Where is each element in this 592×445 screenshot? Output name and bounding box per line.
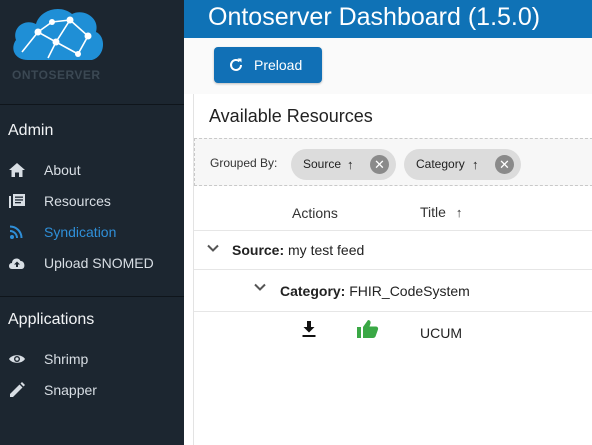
sidebar-item-label: Resources	[44, 193, 111, 209]
sidebar-item-upload-snomed[interactable]: Upload SNOMED	[0, 249, 184, 277]
sidebar-item-resources[interactable]: Resources	[0, 187, 184, 215]
sidebar-item-label: Snapper	[44, 382, 97, 398]
preload-button[interactable]: Preload	[214, 47, 322, 83]
page-title: Ontoserver Dashboard (1.5.0)	[208, 3, 541, 31]
sidebar-item-syndication[interactable]: Syndication	[0, 218, 184, 246]
ontoserver-logo[interactable]: ONTOSERVER	[0, 0, 184, 104]
app-root: ONTOSERVER Admin About Resources Syndica…	[0, 0, 592, 445]
sort-ascending-icon: ↑	[455, 205, 463, 220]
group-row-category[interactable]: Category: FHIR_CodeSystem	[194, 270, 592, 306]
chip-label: Category	[416, 157, 465, 171]
section-title-admin: Admin	[8, 122, 54, 139]
sidebar-item-snapper[interactable]: Snapper	[0, 376, 184, 404]
sidebar-item-shrimp[interactable]: Shrimp	[0, 345, 184, 373]
download-icon[interactable]	[301, 320, 317, 338]
thumbs-up-icon[interactable]	[356, 319, 379, 339]
group-chip-source[interactable]: Source ↑ ✕	[291, 149, 396, 180]
pencil-icon	[10, 382, 25, 397]
sidebar-item-label: Shrimp	[44, 351, 89, 367]
resource-title: UCUM	[420, 325, 462, 341]
table-row: UCUM	[194, 312, 592, 352]
group-key: Category:	[280, 283, 346, 299]
arrow-up-icon: ↑	[347, 157, 354, 172]
group-value: FHIR_CodeSystem	[349, 283, 470, 299]
sidebar: ONTOSERVER Admin About Resources Syndica…	[0, 0, 184, 445]
sidebar-item-label: Upload SNOMED	[44, 255, 154, 271]
chip-label: Source	[303, 157, 342, 171]
resources-panel: Available Resources Grouped By: Source ↑…	[193, 94, 592, 445]
group-key: Source:	[232, 242, 285, 258]
group-value: my test feed	[288, 242, 365, 258]
eye-icon	[9, 355, 25, 363]
grouped-by-label: Grouped By:	[210, 156, 278, 170]
group-row-source[interactable]: Source: my test feed	[194, 231, 592, 267]
sidebar-item-label: Syndication	[44, 224, 117, 240]
rss-feed-icon	[9, 225, 23, 239]
close-icon[interactable]: ✕	[370, 155, 389, 174]
sidebar-divider	[0, 104, 184, 105]
library-books-icon	[9, 194, 25, 208]
cloud-upload-icon	[9, 258, 25, 269]
sidebar-divider	[0, 296, 184, 297]
panel-title: Available Resources	[209, 106, 373, 126]
section-title-applications: Applications	[8, 311, 95, 328]
logo-text: ONTOSERVER	[12, 68, 101, 82]
close-icon[interactable]: ✕	[495, 155, 514, 174]
sidebar-item-about[interactable]: About	[0, 156, 184, 184]
cloud-logo-icon	[13, 9, 104, 60]
home-icon	[9, 163, 25, 177]
app-header: Ontoserver Dashboard (1.5.0)	[184, 0, 592, 38]
group-chip-category[interactable]: Category ↑ ✕	[404, 149, 521, 180]
chevron-down-icon	[254, 283, 266, 291]
refresh-icon	[230, 58, 242, 71]
arrow-up-icon: ↑	[472, 157, 479, 172]
chevron-down-icon	[207, 244, 219, 252]
toolbar: Preload	[184, 38, 592, 94]
group-by-bar: Grouped By: Source ↑ ✕ Category ↑ ✕	[194, 138, 592, 186]
column-header-title-label: Title	[420, 204, 446, 220]
sidebar-item-label: About	[44, 162, 81, 178]
preload-label: Preload	[254, 57, 303, 73]
